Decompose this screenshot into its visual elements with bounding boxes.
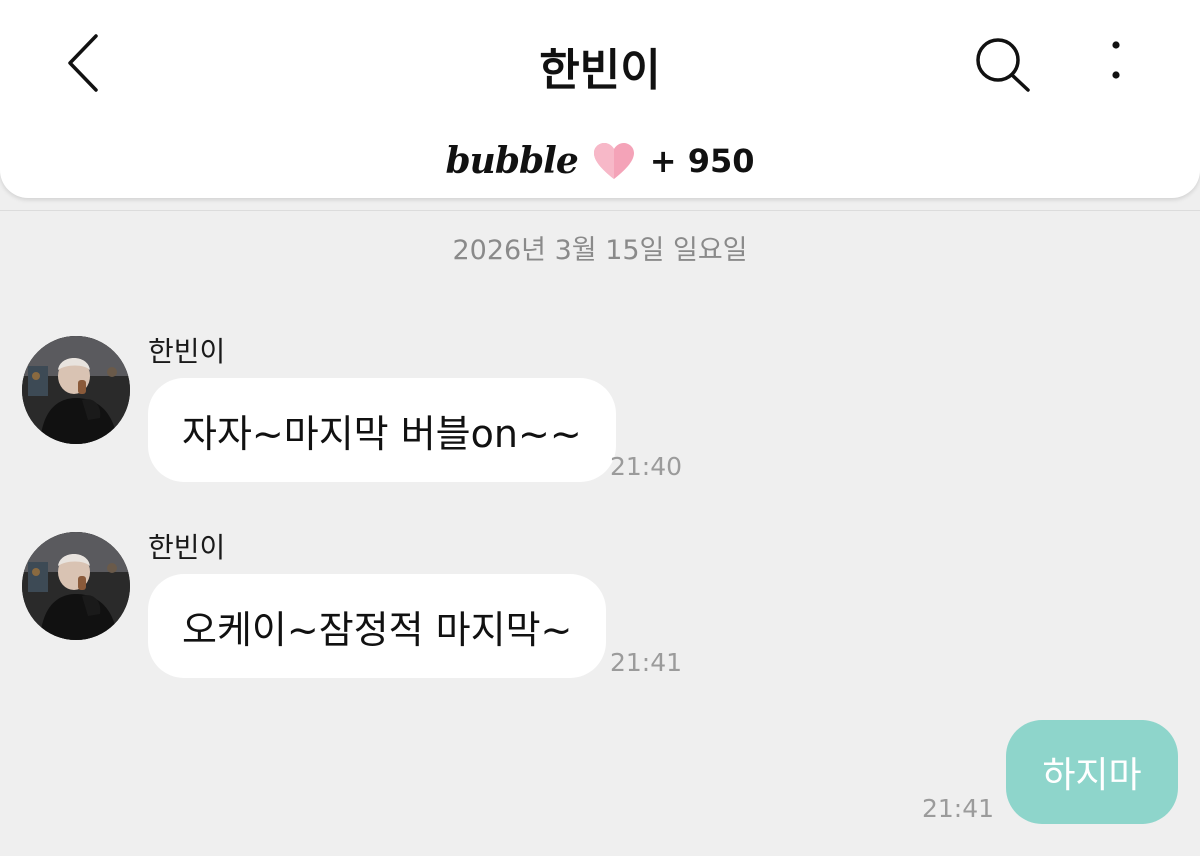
header-divider (0, 210, 1200, 211)
chevron-left-icon (68, 34, 98, 92)
sender-name: 한빈이 (148, 531, 226, 564)
bubble-heart-bar: bubble + 950 (0, 136, 1200, 186)
message-time: 21:40 (610, 452, 683, 481)
avatar-photo (22, 532, 130, 640)
message-bubble[interactable]: 자자~마지막 버블on~~ (148, 378, 616, 482)
search-button[interactable] (970, 32, 1034, 96)
bubble-logo: bubble (445, 140, 578, 182)
back-button[interactable] (54, 28, 114, 98)
heart-count: + 950 (649, 142, 755, 180)
date-separator: 2026년 3월 15일 일요일 (452, 235, 748, 266)
more-vertical-icon (1112, 41, 1120, 79)
chat-header: 한빈이 bubble + 950 (0, 0, 1200, 198)
avatar[interactable] (22, 336, 130, 444)
my-message-bubble[interactable]: 하지마 (1006, 720, 1178, 824)
message-bubble[interactable]: 오케이~잠정적 마지막~ (148, 574, 607, 678)
my-message-time: 21:41 (922, 794, 995, 823)
avatar-photo (22, 336, 130, 444)
search-icon (976, 38, 1030, 92)
message-time: 21:41 (610, 648, 683, 677)
more-options-button[interactable] (1096, 36, 1136, 92)
heart-icon (593, 143, 634, 179)
sender-name: 한빈이 (148, 335, 226, 368)
avatar[interactable] (22, 532, 130, 640)
